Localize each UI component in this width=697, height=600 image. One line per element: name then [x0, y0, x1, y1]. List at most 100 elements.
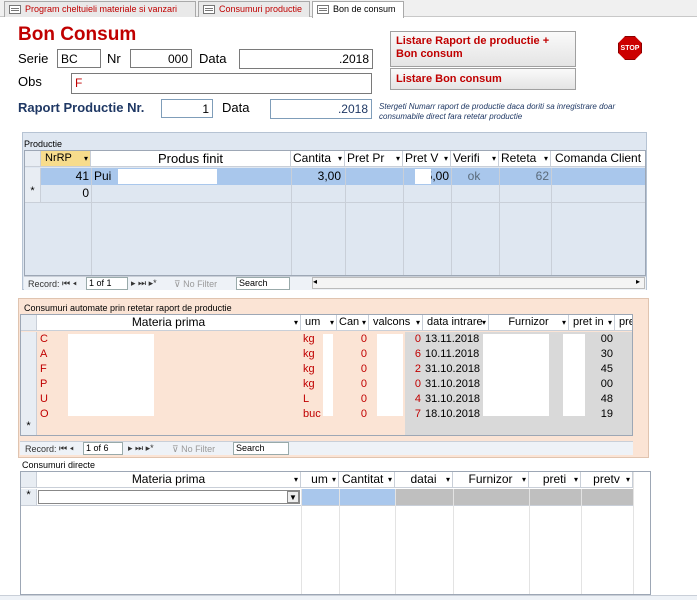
dropdown-arrow-icon[interactable]: ▾ — [294, 472, 298, 487]
scroll-right-icon[interactable]: ▸ — [636, 277, 640, 286]
row-selector-column[interactable] — [21, 332, 37, 424]
col-header-furnizor[interactable]: Furnizor ▾ — [453, 472, 529, 488]
stop-icon[interactable]: STOP — [618, 36, 642, 60]
col-header-data-intrare[interactable]: data intrare ▾ — [423, 315, 489, 331]
dropdown-arrow-icon[interactable]: ▾ — [84, 151, 88, 166]
dropdown-arrow-icon[interactable]: ▾ — [332, 472, 336, 487]
cell-data-intrare: 18.10.2018 — [425, 408, 481, 420]
col-header-furnizor[interactable]: Furnizor ▾ — [489, 315, 569, 331]
data-field[interactable]: .2018 — [239, 49, 373, 69]
cell-materia-prima[interactable]: O — [40, 407, 70, 423]
column-divider — [91, 168, 92, 275]
scroll-left-icon[interactable]: ◂ — [313, 277, 317, 286]
dropdown-arrow-icon[interactable]: ▾ — [544, 151, 548, 166]
consumuri-auto-grid[interactable]: Materia prima ▾ um ▾ Can ▾ valcons ▾ data in… — [20, 314, 633, 436]
editable-cells-highlight[interactable] — [301, 489, 395, 505]
col-header-produs-finit[interactable]: Produs finit — [91, 151, 291, 167]
cell-nrrp-new[interactable]: 0 — [41, 186, 89, 202]
nav-next-last-new-icon[interactable]: ▸ ⏭ ▸* — [128, 443, 154, 454]
cell-materia-prima[interactable]: A — [40, 347, 70, 363]
cell-verificare: ok — [467, 169, 481, 183]
new-record-icon: * — [21, 489, 37, 505]
record-position[interactable]: 1 of 1 — [86, 277, 128, 290]
column-divider — [529, 489, 530, 594]
col-header-materia-prima[interactable]: Materia prima ▾ — [37, 472, 301, 488]
dropdown-arrow-icon[interactable]: ▾ — [388, 472, 392, 487]
cell-cantitate[interactable]: 3,00 — [291, 169, 341, 185]
row-selector[interactable] — [25, 168, 41, 185]
combo-dropdown-icon[interactable]: ▼ — [287, 491, 299, 503]
dropdown-arrow-icon[interactable]: ▾ — [492, 151, 496, 166]
col-header-cantitate[interactable]: Can ▾ — [337, 315, 369, 331]
column-divider — [581, 489, 582, 594]
column-divider — [403, 168, 404, 275]
col-header-comanda-client[interactable]: Comanda Client — [551, 151, 645, 167]
data2-field[interactable]: .2018 — [270, 99, 372, 119]
col-header-nrrp[interactable]: NrRP ▾ — [41, 151, 91, 167]
no-filter-button[interactable]: ⊽ No Filter — [172, 444, 215, 455]
nav-first-prev-icon[interactable]: ⏮ ◂ — [59, 443, 74, 454]
serie-field[interactable]: BC — [57, 49, 101, 68]
col-header-um[interactable]: um ▾ — [301, 472, 339, 488]
nav-first-prev-icon[interactable]: ⏮ ◂ — [62, 278, 77, 289]
cell-cantitate: 0 — [360, 378, 367, 390]
col-header-pret-pr[interactable]: Pret Pr ▾ — [345, 151, 403, 167]
dropdown-arrow-icon[interactable]: ▾ — [574, 472, 578, 487]
horizontal-scrollbar[interactable] — [312, 277, 645, 289]
dropdown-arrow-icon[interactable]: ▾ — [396, 151, 400, 166]
cell-materia-prima[interactable]: P — [40, 377, 70, 393]
col-header-pret-intrare[interactable]: pret in ▾ — [569, 315, 615, 331]
dropdown-arrow-icon[interactable]: ▾ — [362, 315, 366, 330]
materia-prima-combo[interactable] — [38, 490, 300, 504]
bottom-nav-bar — [0, 595, 697, 600]
tab-program-cheltuieli[interactable]: Program cheltuieli materiale si vanzari — [4, 1, 196, 17]
redaction-mask — [85, 75, 160, 91]
consumuri-auto-section-label: Consumuri automate prin retetar raport d… — [24, 303, 232, 313]
dropdown-arrow-icon[interactable]: ▾ — [338, 151, 342, 166]
raport-productie-field[interactable]: 1 — [161, 99, 213, 118]
dropdown-arrow-icon[interactable]: ▾ — [294, 315, 298, 330]
tab-consumuri-productie[interactable]: Consumuri productie — [198, 1, 310, 17]
no-filter-button[interactable]: ⊽ No Filter — [174, 279, 217, 290]
col-header-pret[interactable]: pret▾ — [615, 315, 632, 331]
dropdown-arrow-icon[interactable]: ▾ — [416, 315, 420, 330]
nr-field[interactable]: 000 — [130, 49, 192, 68]
col-header-reteta[interactable]: Reteta ▾ — [499, 151, 551, 167]
cell-reteta: 62 — [535, 169, 549, 183]
productie-grid[interactable]: NrRP ▾ Produs finit Cantita ▾ Pret Pr ▾ Pre… — [24, 150, 646, 276]
cell-nrrp[interactable]: 41 — [41, 169, 89, 185]
dropdown-arrow-icon[interactable]: ▾ — [522, 472, 526, 487]
col-header-materia-prima[interactable]: Materia prima ▾ — [37, 315, 301, 331]
raport-hint-text: Stergeti Numarr raport de productie daca… — [379, 102, 616, 121]
dropdown-arrow-icon[interactable]: ▾ — [446, 472, 450, 487]
col-header-valcons[interactable]: valcons ▾ — [369, 315, 423, 331]
cell-cantitate: 0 — [360, 348, 367, 360]
dropdown-arrow-icon[interactable]: ▾ — [608, 315, 612, 330]
dropdown-arrow-icon[interactable]: ▾ — [562, 315, 566, 330]
cell-data-intrare: 31.10.2018 — [425, 363, 481, 375]
col-header-pretv[interactable]: pretv ▾ — [581, 472, 633, 488]
nav-next-last-new-icon[interactable]: ▸ ⏭ ▸* — [131, 278, 157, 289]
col-header-pret-v[interactable]: Pret V ▾ — [403, 151, 451, 167]
consumuri-directe-grid[interactable]: Materia prima ▾ um ▾ Cantitat ▾ datai ▾ Furn… — [20, 471, 651, 595]
record-position[interactable]: 1 of 6 — [83, 442, 123, 455]
col-header-datai[interactable]: datai ▾ — [395, 472, 453, 488]
dropdown-arrow-icon[interactable]: ▾ — [626, 472, 630, 487]
cell-materia-prima[interactable]: F — [40, 362, 70, 378]
listare-raport-button[interactable]: Listare Raport de productie + Bon consum — [390, 31, 576, 67]
productie-section-label: Productie — [24, 139, 63, 149]
cell-materia-prima[interactable]: U — [40, 392, 70, 408]
search-field[interactable]: Search — [233, 442, 289, 455]
col-header-preti[interactable]: preti ▾ — [529, 472, 581, 488]
col-header-um[interactable]: um ▾ — [301, 315, 337, 331]
col-header-cantitate[interactable]: Cantitat ▾ — [339, 472, 395, 488]
col-header-verificare[interactable]: Verifi ▾ — [451, 151, 499, 167]
tab-bon-de-consum[interactable]: Bon de consum — [312, 1, 404, 18]
col-header-cantitate[interactable]: Cantita ▾ — [291, 151, 345, 167]
cell-materia-prima[interactable]: C — [40, 332, 70, 348]
search-field[interactable]: Search — [236, 277, 290, 290]
dropdown-arrow-icon[interactable]: ▾ — [330, 315, 334, 330]
dropdown-arrow-icon[interactable]: ▾ — [444, 151, 448, 166]
listare-bon-button[interactable]: Listare Bon consum — [390, 68, 576, 90]
dropdown-arrow-icon[interactable]: ▾ — [482, 315, 486, 330]
